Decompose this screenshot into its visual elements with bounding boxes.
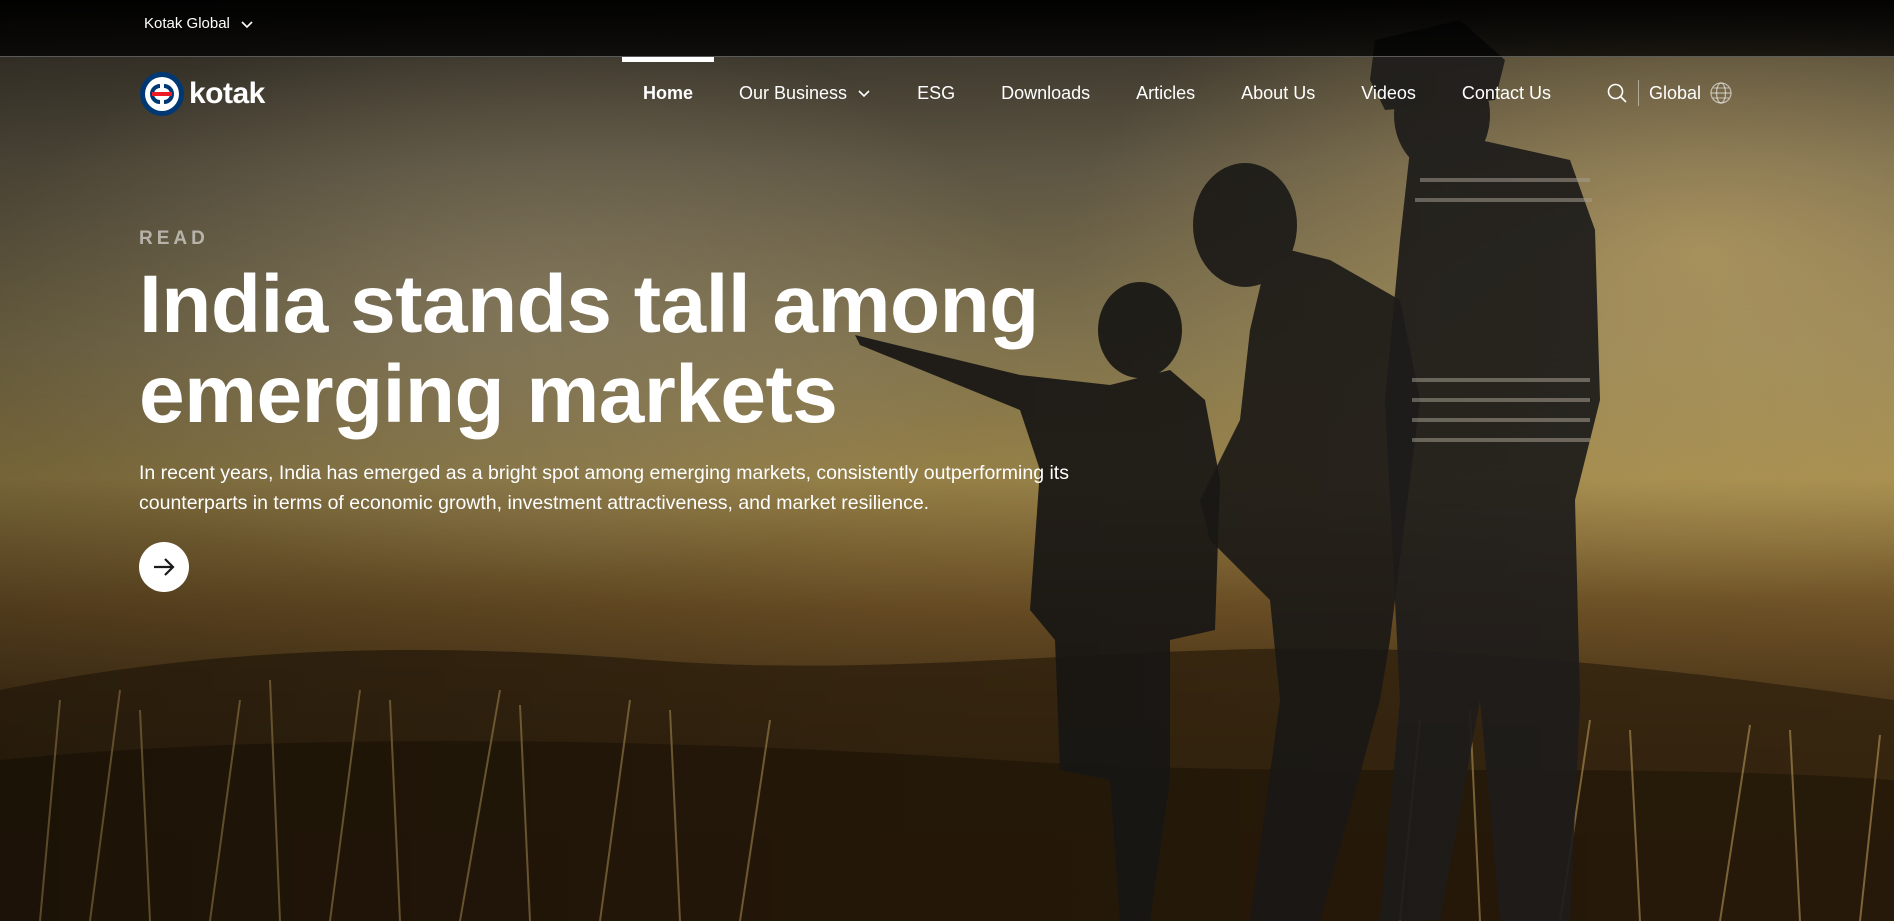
hero-description: In recent years, India has emerged as a … xyxy=(139,462,1069,514)
nav-item-label: Downloads xyxy=(1001,82,1091,103)
nav-item-label: Videos xyxy=(1361,82,1416,103)
nav-item-label: ESG xyxy=(917,82,956,103)
hero-content: READ India stands tall among emerging ma… xyxy=(139,228,1139,592)
chevron-down-icon xyxy=(858,90,870,98)
nav-item-label: Articles xyxy=(1136,82,1196,103)
nav-item-downloads[interactable]: Downloads xyxy=(978,57,1113,129)
kotak-logo[interactable]: kotak xyxy=(139,71,265,117)
arrow-right-icon xyxy=(154,558,175,576)
region-selector[interactable]: Kotak Global xyxy=(144,15,254,32)
primary-nav: Home Our Business ESG Downloads Articles… xyxy=(620,57,1574,129)
read-more-button[interactable] xyxy=(139,542,189,592)
nav-item-label: Contact Us xyxy=(1461,82,1551,103)
nav-item-articles[interactable]: Articles xyxy=(1113,57,1218,129)
nav-item-label: Home xyxy=(643,82,694,103)
nav-item-home[interactable]: Home xyxy=(620,57,716,129)
search-icon[interactable] xyxy=(1606,82,1628,104)
nav-item-esg[interactable]: ESG xyxy=(894,57,978,129)
nav-divider xyxy=(1638,80,1639,106)
nav-item-our-business[interactable]: Our Business xyxy=(716,57,894,129)
nav-item-videos[interactable]: Videos xyxy=(1338,57,1439,129)
hero-eyebrow: READ xyxy=(139,228,209,249)
main-navbar: kotak Home Our Business ESG Downloads Ar… xyxy=(0,57,1894,129)
region-label: Kotak Global xyxy=(144,15,230,32)
brand-name: kotak xyxy=(189,77,265,110)
nav-item-label: About Us xyxy=(1241,82,1316,103)
globe-icon xyxy=(1710,82,1732,104)
nav-item-about-us[interactable]: About Us xyxy=(1218,57,1338,129)
page: Kotak Global kotak Home Our Business ESG… xyxy=(0,0,1894,921)
utility-bar: Kotak Global xyxy=(0,0,1894,57)
kotak-logo-mark-icon xyxy=(140,72,184,116)
nav-item-contact-us[interactable]: Contact Us xyxy=(1439,57,1574,129)
nav-utilities: Global xyxy=(1606,57,1733,129)
global-label: Global xyxy=(1649,82,1702,103)
global-selector[interactable]: Global xyxy=(1649,81,1733,105)
hero-headline: India stands tall among emerging markets xyxy=(139,259,1039,440)
chevron-down-icon xyxy=(241,20,253,28)
nav-item-label: Our Business xyxy=(739,82,848,103)
